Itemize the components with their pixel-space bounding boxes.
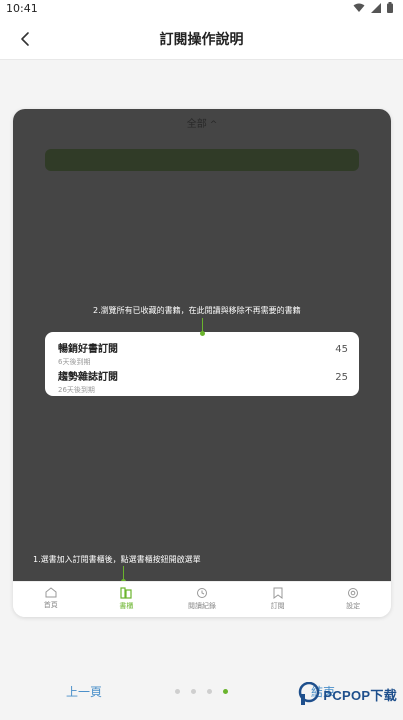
mock-tab-label: 書櫃: [119, 602, 134, 610]
tip-2-text: 2.瀏覽所有已收藏的書籍，在此閱讀與移除不再需要的書籍: [93, 306, 301, 315]
tip-1-text: 1.選書加入訂閱書櫃後，點選書櫃按鈕開啟選單: [33, 555, 201, 564]
home-icon: [45, 587, 57, 598]
status-icons: [353, 2, 393, 13]
highlighted-subscription-list: 暢銷好書訂閱 6天後到期 45 趨勢雜誌訂閱 26天後到期 25: [45, 332, 359, 396]
history-icon: [196, 588, 207, 598]
bookshelf-icon: [120, 587, 132, 599]
mock-tab-label: 訂閱: [270, 602, 285, 610]
subscription-expiry: 6天後到期: [58, 358, 91, 366]
subscription-expiry: 26天後到期: [58, 386, 95, 394]
mock-tab-subscribe: 訂閱: [240, 582, 316, 617]
subscription-item: 趨勢雜誌訂閱 26天後到期 25: [58, 368, 348, 395]
previous-page-button[interactable]: 上一頁: [66, 683, 102, 700]
subscription-count: 45: [335, 344, 348, 355]
mock-tab-home: 首頁: [13, 582, 89, 617]
app-header: 訂閱操作說明: [0, 18, 403, 60]
tip-2-connector: [202, 318, 203, 332]
status-time: 10:41: [6, 2, 38, 15]
mock-tab-settings: 設定: [315, 582, 391, 617]
page-indicator: [175, 689, 228, 694]
page-dot: [191, 689, 196, 694]
page-dot: [175, 689, 180, 694]
mock-tab-label: 首頁: [43, 601, 58, 609]
subscription-count: 25: [335, 372, 348, 383]
subscription-item: 暢銷好書訂閱 6天後到期 45: [58, 340, 348, 367]
signal-icon: [371, 2, 381, 13]
battery-icon: [387, 2, 393, 13]
mock-tab-label: 設定: [346, 602, 361, 610]
subscription-title: 趨勢雜誌訂閱: [58, 372, 118, 383]
subscription-title: 暢銷好書訂閱: [58, 344, 118, 355]
settings-icon: [348, 588, 359, 598]
watermark-text: PCPOP下载: [323, 687, 397, 703]
mock-tab-label: 閱讀紀錄: [187, 602, 216, 610]
watermark: PCPOP下载: [298, 682, 397, 706]
wifi-icon: [353, 3, 365, 12]
mock-tab-bookshelf: 書櫃: [89, 582, 165, 617]
page-dot: [207, 689, 212, 694]
pcpop-logo-icon: [299, 682, 320, 705]
page-title: 訂閱操作說明: [159, 32, 244, 48]
page-dot-active: [223, 689, 228, 694]
mock-tab-history: 閱讀紀錄: [164, 582, 240, 617]
status-bar: 10:41: [0, 0, 403, 18]
tutorial-screenshot: 全部^ 暢銷好書訂閱 6天後到期 45 趨勢雜誌訂閱 26天後到期 25 2.瀏…: [13, 109, 391, 617]
mock-tab-bar: 首頁 書櫃 閱讀紀錄 訂閱 設定: [13, 581, 391, 617]
tip-2-dot: [200, 331, 205, 336]
subscribe-icon: [273, 587, 283, 599]
